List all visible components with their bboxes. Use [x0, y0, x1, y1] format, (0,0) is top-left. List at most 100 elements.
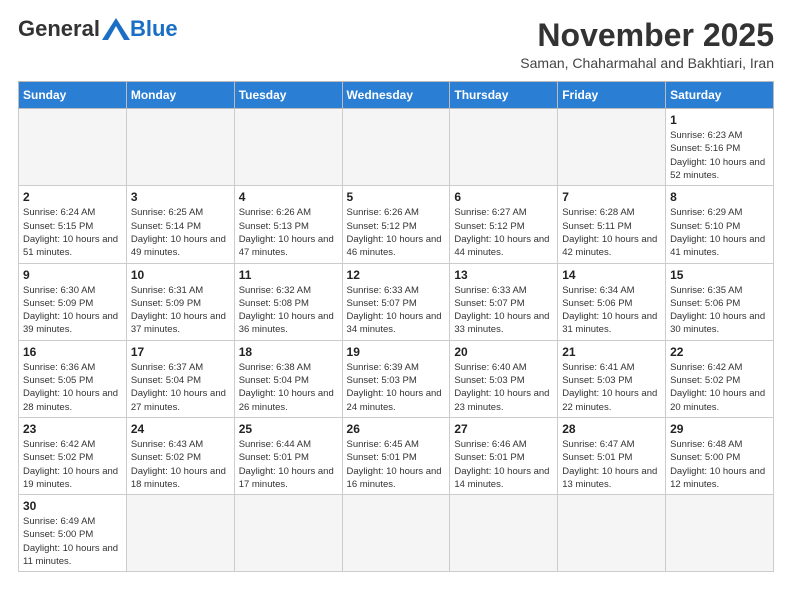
day-info: Sunrise: 6:31 AMSunset: 5:09 PMDaylight:…	[131, 284, 230, 337]
table-row	[126, 109, 234, 186]
table-row	[558, 109, 666, 186]
weekday-header-row: Sunday Monday Tuesday Wednesday Thursday…	[19, 82, 774, 109]
table-row: 21 Sunrise: 6:41 AMSunset: 5:03 PMDayligh…	[558, 340, 666, 417]
location-title: Saman, Chaharmahal and Bakhtiari, Iran	[520, 55, 774, 71]
table-row: 12 Sunrise: 6:33 AMSunset: 5:07 PMDayligh…	[342, 263, 450, 340]
day-number: 7	[562, 190, 661, 204]
header-friday: Friday	[558, 82, 666, 109]
day-number: 27	[454, 422, 553, 436]
table-row: 17 Sunrise: 6:37 AMSunset: 5:04 PMDayligh…	[126, 340, 234, 417]
table-row: 28 Sunrise: 6:47 AMSunset: 5:01 PMDayligh…	[558, 417, 666, 494]
day-info: Sunrise: 6:48 AMSunset: 5:00 PMDaylight:…	[670, 438, 769, 491]
table-row	[342, 109, 450, 186]
table-row	[558, 495, 666, 572]
day-number: 10	[131, 268, 230, 282]
table-row: 1 Sunrise: 6:23 AMSunset: 5:16 PMDaylight…	[666, 109, 774, 186]
day-info: Sunrise: 6:47 AMSunset: 5:01 PMDaylight:…	[562, 438, 661, 491]
day-info: Sunrise: 6:27 AMSunset: 5:12 PMDaylight:…	[454, 206, 553, 259]
table-row	[666, 495, 774, 572]
table-row	[234, 495, 342, 572]
day-number: 28	[562, 422, 661, 436]
table-row: 6 Sunrise: 6:27 AMSunset: 5:12 PMDaylight…	[450, 186, 558, 263]
header-monday: Monday	[126, 82, 234, 109]
day-info: Sunrise: 6:41 AMSunset: 5:03 PMDaylight:…	[562, 361, 661, 414]
page: General Blue November 2025 Saman, Chahar…	[0, 0, 792, 612]
table-row: 8 Sunrise: 6:29 AMSunset: 5:10 PMDaylight…	[666, 186, 774, 263]
calendar-week-row: 2Sunrise: 6:24 AMSunset: 5:15 PMDaylight…	[19, 186, 774, 263]
day-info: Sunrise: 6:35 AMSunset: 5:06 PMDaylight:…	[670, 284, 769, 337]
day-info: Sunrise: 6:44 AMSunset: 5:01 PMDaylight:…	[239, 438, 338, 491]
table-row: 20 Sunrise: 6:40 AMSunset: 5:03 PMDayligh…	[450, 340, 558, 417]
table-row: 18Sunrise: 6:38 AMSunset: 5:04 PMDayligh…	[234, 340, 342, 417]
table-row	[126, 495, 234, 572]
table-row: 27 Sunrise: 6:46 AMSunset: 5:01 PMDayligh…	[450, 417, 558, 494]
month-title: November 2025	[520, 18, 774, 53]
table-row: 3Sunrise: 6:25 AMSunset: 5:14 PMDaylight…	[126, 186, 234, 263]
table-row	[450, 495, 558, 572]
day-number: 5	[347, 190, 446, 204]
day-number: 9	[23, 268, 122, 282]
day-number: 8	[670, 190, 769, 204]
calendar-week-row: 9 Sunrise: 6:30 AMSunset: 5:09 PMDaylight…	[19, 263, 774, 340]
day-info: Sunrise: 6:42 AMSunset: 5:02 PMDaylight:…	[670, 361, 769, 414]
table-row: 24 Sunrise: 6:43 AMSunset: 5:02 PMDayligh…	[126, 417, 234, 494]
table-row: 5 Sunrise: 6:26 AMSunset: 5:12 PMDaylight…	[342, 186, 450, 263]
table-row: 25 Sunrise: 6:44 AMSunset: 5:01 PMDayligh…	[234, 417, 342, 494]
table-row: 15 Sunrise: 6:35 AMSunset: 5:06 PMDayligh…	[666, 263, 774, 340]
table-row: 30Sunrise: 6:49 AMSunset: 5:00 PMDayligh…	[19, 495, 127, 572]
day-info: Sunrise: 6:40 AMSunset: 5:03 PMDaylight:…	[454, 361, 553, 414]
calendar-week-row: 1 Sunrise: 6:23 AMSunset: 5:16 PMDaylight…	[19, 109, 774, 186]
header-tuesday: Tuesday	[234, 82, 342, 109]
day-number: 2	[23, 190, 122, 204]
day-number: 11	[239, 268, 338, 282]
day-number: 17	[131, 345, 230, 359]
table-row: 16 Sunrise: 6:36 AMSunset: 5:05 PMDayligh…	[19, 340, 127, 417]
table-row: 2Sunrise: 6:24 AMSunset: 5:15 PMDaylight…	[19, 186, 127, 263]
table-row: 9 Sunrise: 6:30 AMSunset: 5:09 PMDaylight…	[19, 263, 127, 340]
day-number: 26	[347, 422, 446, 436]
day-number: 25	[239, 422, 338, 436]
day-info: Sunrise: 6:33 AMSunset: 5:07 PMDaylight:…	[454, 284, 553, 337]
day-number: 1	[670, 113, 769, 127]
day-number: 15	[670, 268, 769, 282]
day-info: Sunrise: 6:30 AMSunset: 5:09 PMDaylight:…	[23, 284, 122, 337]
day-info: Sunrise: 6:33 AMSunset: 5:07 PMDaylight:…	[347, 284, 446, 337]
day-info: Sunrise: 6:23 AMSunset: 5:16 PMDaylight:…	[670, 129, 769, 182]
day-number: 24	[131, 422, 230, 436]
logo-blue-text: Blue	[130, 18, 178, 40]
day-number: 19	[347, 345, 446, 359]
logo-general-text: General	[18, 18, 100, 40]
day-info: Sunrise: 6:26 AMSunset: 5:12 PMDaylight:…	[347, 206, 446, 259]
table-row: 26Sunrise: 6:45 AMSunset: 5:01 PMDayligh…	[342, 417, 450, 494]
table-row: 11Sunrise: 6:32 AMSunset: 5:08 PMDayligh…	[234, 263, 342, 340]
day-number: 20	[454, 345, 553, 359]
day-number: 16	[23, 345, 122, 359]
table-row: 29Sunrise: 6:48 AMSunset: 5:00 PMDayligh…	[666, 417, 774, 494]
table-row	[342, 495, 450, 572]
day-number: 21	[562, 345, 661, 359]
day-number: 3	[131, 190, 230, 204]
day-info: Sunrise: 6:43 AMSunset: 5:02 PMDaylight:…	[131, 438, 230, 491]
day-info: Sunrise: 6:36 AMSunset: 5:05 PMDaylight:…	[23, 361, 122, 414]
calendar-week-row: 23Sunrise: 6:42 AMSunset: 5:02 PMDayligh…	[19, 417, 774, 494]
logo-icon	[102, 18, 130, 40]
day-number: 4	[239, 190, 338, 204]
day-info: Sunrise: 6:28 AMSunset: 5:11 PMDaylight:…	[562, 206, 661, 259]
table-row	[450, 109, 558, 186]
day-info: Sunrise: 6:37 AMSunset: 5:04 PMDaylight:…	[131, 361, 230, 414]
header: General Blue November 2025 Saman, Chahar…	[18, 18, 774, 71]
table-row: 4Sunrise: 6:26 AMSunset: 5:13 PMDaylight…	[234, 186, 342, 263]
day-info: Sunrise: 6:46 AMSunset: 5:01 PMDaylight:…	[454, 438, 553, 491]
day-info: Sunrise: 6:49 AMSunset: 5:00 PMDaylight:…	[23, 515, 122, 568]
logo: General Blue	[18, 18, 178, 40]
calendar-week-row: 30Sunrise: 6:49 AMSunset: 5:00 PMDayligh…	[19, 495, 774, 572]
table-row	[234, 109, 342, 186]
day-number: 18	[239, 345, 338, 359]
header-sunday: Sunday	[19, 82, 127, 109]
table-row: 13 Sunrise: 6:33 AMSunset: 5:07 PMDayligh…	[450, 263, 558, 340]
table-row	[19, 109, 127, 186]
day-number: 12	[347, 268, 446, 282]
day-number: 6	[454, 190, 553, 204]
day-number: 13	[454, 268, 553, 282]
day-info: Sunrise: 6:29 AMSunset: 5:10 PMDaylight:…	[670, 206, 769, 259]
